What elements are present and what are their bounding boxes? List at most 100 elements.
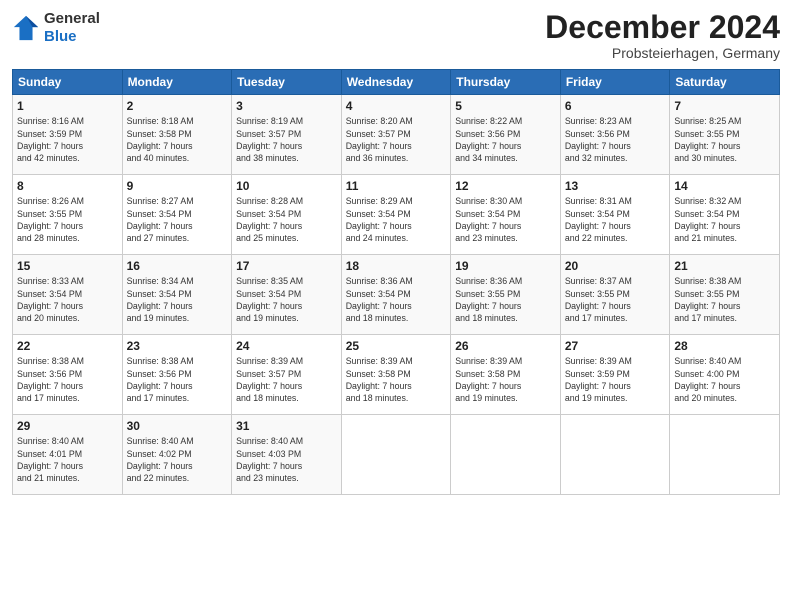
calendar-table: SundayMondayTuesdayWednesdayThursdayFrid…	[12, 69, 780, 495]
calendar-cell: 20 Sunrise: 8:37 AM Sunset: 3:55 PM Dayli…	[560, 255, 670, 335]
calendar-cell: 17Sunrise: 8:35 AM Sunset: 3:54 PM Dayli…	[232, 255, 342, 335]
day-number: 19	[455, 259, 556, 273]
day-number: 1	[17, 99, 118, 113]
day-info: Sunrise: 8:19 AM Sunset: 3:57 PM Dayligh…	[236, 115, 337, 164]
calendar-cell: 31Sunrise: 8:40 AM Sunset: 4:03 PM Dayli…	[232, 415, 342, 495]
calendar-cell	[451, 415, 561, 495]
calendar-cell: 21 Sunrise: 8:38 AM Sunset: 3:55 PM Dayli…	[670, 255, 780, 335]
day-number: 24	[236, 339, 337, 353]
calendar-cell: 29Sunrise: 8:40 AM Sunset: 4:01 PM Dayli…	[13, 415, 123, 495]
day-number: 31	[236, 419, 337, 433]
month-title: December 2024	[545, 10, 780, 45]
day-number: 25	[346, 339, 447, 353]
calendar-cell: 12 Sunrise: 8:30 AM Sunset: 3:54 PM Dayli…	[451, 175, 561, 255]
day-info: Sunrise: 8:40 AM Sunset: 4:02 PM Dayligh…	[127, 435, 228, 484]
calendar-cell: 28 Sunrise: 8:40 AM Sunset: 4:00 PM Dayli…	[670, 335, 780, 415]
header: General Blue December 2024 Probsteierhag…	[12, 10, 780, 61]
day-info: Sunrise: 8:35 AM Sunset: 3:54 PM Dayligh…	[236, 275, 337, 324]
calendar-cell: 11 Sunrise: 8:29 AM Sunset: 3:54 PM Dayli…	[341, 175, 451, 255]
day-info: Sunrise: 8:30 AM Sunset: 3:54 PM Dayligh…	[455, 195, 556, 244]
day-info: Sunrise: 8:38 AM Sunset: 3:55 PM Dayligh…	[674, 275, 775, 324]
day-number: 12	[455, 179, 556, 193]
calendar-cell	[341, 415, 451, 495]
day-number: 3	[236, 99, 337, 113]
day-number: 30	[127, 419, 228, 433]
day-number: 22	[17, 339, 118, 353]
calendar-cell: 6 Sunrise: 8:23 AM Sunset: 3:56 PM Daylig…	[560, 95, 670, 175]
day-number: 26	[455, 339, 556, 353]
calendar-week-1: 1Sunrise: 8:16 AM Sunset: 3:59 PM Daylig…	[13, 95, 780, 175]
calendar-cell: 2 Sunrise: 8:18 AM Sunset: 3:58 PM Daylig…	[122, 95, 232, 175]
calendar-cell: 27 Sunrise: 8:39 AM Sunset: 3:59 PM Dayli…	[560, 335, 670, 415]
day-number: 5	[455, 99, 556, 113]
day-number: 16	[127, 259, 228, 273]
day-header-thursday: Thursday	[451, 70, 561, 95]
calendar-cell	[670, 415, 780, 495]
calendar-cell: 19 Sunrise: 8:36 AM Sunset: 3:55 PM Dayli…	[451, 255, 561, 335]
day-header-tuesday: Tuesday	[232, 70, 342, 95]
calendar-cell: 3 Sunrise: 8:19 AM Sunset: 3:57 PM Daylig…	[232, 95, 342, 175]
day-info: Sunrise: 8:23 AM Sunset: 3:56 PM Dayligh…	[565, 115, 666, 164]
day-number: 18	[346, 259, 447, 273]
calendar-week-5: 29Sunrise: 8:40 AM Sunset: 4:01 PM Dayli…	[13, 415, 780, 495]
day-info: Sunrise: 8:37 AM Sunset: 3:55 PM Dayligh…	[565, 275, 666, 324]
day-info: Sunrise: 8:31 AM Sunset: 3:54 PM Dayligh…	[565, 195, 666, 244]
day-number: 15	[17, 259, 118, 273]
calendar-cell: 1Sunrise: 8:16 AM Sunset: 3:59 PM Daylig…	[13, 95, 123, 175]
day-info: Sunrise: 8:36 AM Sunset: 3:54 PM Dayligh…	[346, 275, 447, 324]
calendar-cell: 16 Sunrise: 8:34 AM Sunset: 3:54 PM Dayli…	[122, 255, 232, 335]
day-number: 13	[565, 179, 666, 193]
logo: General Blue	[12, 10, 100, 46]
day-info: Sunrise: 8:40 AM Sunset: 4:00 PM Dayligh…	[674, 355, 775, 404]
day-info: Sunrise: 8:32 AM Sunset: 3:54 PM Dayligh…	[674, 195, 775, 244]
day-number: 8	[17, 179, 118, 193]
day-header-friday: Friday	[560, 70, 670, 95]
day-info: Sunrise: 8:29 AM Sunset: 3:54 PM Dayligh…	[346, 195, 447, 244]
day-number: 10	[236, 179, 337, 193]
day-info: Sunrise: 8:22 AM Sunset: 3:56 PM Dayligh…	[455, 115, 556, 164]
day-info: Sunrise: 8:38 AM Sunset: 3:56 PM Dayligh…	[17, 355, 118, 404]
day-header-monday: Monday	[122, 70, 232, 95]
day-info: Sunrise: 8:39 AM Sunset: 3:57 PM Dayligh…	[236, 355, 337, 404]
calendar-container: General Blue December 2024 Probsteierhag…	[0, 0, 792, 612]
day-info: Sunrise: 8:39 AM Sunset: 3:59 PM Dayligh…	[565, 355, 666, 404]
calendar-cell: 10 Sunrise: 8:28 AM Sunset: 3:54 PM Dayli…	[232, 175, 342, 255]
day-number: 28	[674, 339, 775, 353]
calendar-week-4: 22 Sunrise: 8:38 AM Sunset: 3:56 PM Dayli…	[13, 335, 780, 415]
calendar-cell: 24 Sunrise: 8:39 AM Sunset: 3:57 PM Dayli…	[232, 335, 342, 415]
day-header-sunday: Sunday	[13, 70, 123, 95]
logo-icon	[12, 14, 40, 42]
day-number: 27	[565, 339, 666, 353]
day-info: Sunrise: 8:34 AM Sunset: 3:54 PM Dayligh…	[127, 275, 228, 324]
logo-general: General	[44, 10, 100, 28]
calendar-cell: 25Sunrise: 8:39 AM Sunset: 3:58 PM Dayli…	[341, 335, 451, 415]
day-info: Sunrise: 8:39 AM Sunset: 3:58 PM Dayligh…	[455, 355, 556, 404]
day-info: Sunrise: 8:20 AM Sunset: 3:57 PM Dayligh…	[346, 115, 447, 164]
day-info: Sunrise: 8:18 AM Sunset: 3:58 PM Dayligh…	[127, 115, 228, 164]
calendar-week-3: 15 Sunrise: 8:33 AM Sunset: 3:54 PM Dayli…	[13, 255, 780, 335]
day-number: 9	[127, 179, 228, 193]
calendar-cell: 18 Sunrise: 8:36 AM Sunset: 3:54 PM Dayli…	[341, 255, 451, 335]
day-number: 20	[565, 259, 666, 273]
day-number: 14	[674, 179, 775, 193]
day-number: 21	[674, 259, 775, 273]
day-info: Sunrise: 8:25 AM Sunset: 3:55 PM Dayligh…	[674, 115, 775, 164]
day-info: Sunrise: 8:36 AM Sunset: 3:55 PM Dayligh…	[455, 275, 556, 324]
day-info: Sunrise: 8:38 AM Sunset: 3:56 PM Dayligh…	[127, 355, 228, 404]
calendar-cell: 5 Sunrise: 8:22 AM Sunset: 3:56 PM Daylig…	[451, 95, 561, 175]
calendar-week-2: 8Sunrise: 8:26 AM Sunset: 3:55 PM Daylig…	[13, 175, 780, 255]
logo-blue: Blue	[44, 28, 100, 46]
day-info: Sunrise: 8:28 AM Sunset: 3:54 PM Dayligh…	[236, 195, 337, 244]
calendar-cell: 14 Sunrise: 8:32 AM Sunset: 3:54 PM Dayli…	[670, 175, 780, 255]
day-header-wednesday: Wednesday	[341, 70, 451, 95]
calendar-cell: 26 Sunrise: 8:39 AM Sunset: 3:58 PM Dayli…	[451, 335, 561, 415]
day-info: Sunrise: 8:27 AM Sunset: 3:54 PM Dayligh…	[127, 195, 228, 244]
day-number: 6	[565, 99, 666, 113]
day-info: Sunrise: 8:33 AM Sunset: 3:54 PM Dayligh…	[17, 275, 118, 324]
title-block: December 2024 Probsteierhagen, Germany	[545, 10, 780, 61]
calendar-cell	[560, 415, 670, 495]
day-number: 2	[127, 99, 228, 113]
calendar-cell: 9 Sunrise: 8:27 AM Sunset: 3:54 PM Daylig…	[122, 175, 232, 255]
calendar-body: 1Sunrise: 8:16 AM Sunset: 3:59 PM Daylig…	[13, 95, 780, 495]
day-number: 11	[346, 179, 447, 193]
